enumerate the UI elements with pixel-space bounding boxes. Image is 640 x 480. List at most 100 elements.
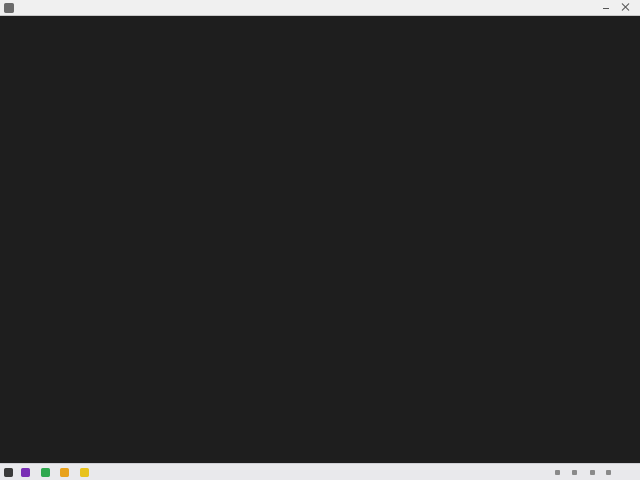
code-line[interactable] [26, 249, 640, 258]
code-line[interactable] [26, 29, 640, 38]
minimize-button[interactable] [596, 0, 616, 16]
line-number [1, 313, 23, 322]
line-number [1, 331, 23, 340]
code-line[interactable] [26, 20, 640, 29]
code-line[interactable] [26, 331, 640, 340]
code-line[interactable] [26, 112, 640, 121]
code-line[interactable] [26, 212, 640, 221]
code-line[interactable] [26, 221, 640, 230]
code-line[interactable] [26, 102, 640, 111]
code-line[interactable] [26, 432, 640, 441]
line-number [1, 340, 23, 349]
line-number [1, 404, 23, 413]
line-number [1, 148, 23, 157]
code-line[interactable] [26, 166, 640, 175]
code-line[interactable] [26, 258, 640, 267]
code-line[interactable] [26, 230, 640, 239]
code-line[interactable] [26, 176, 640, 185]
line-number [1, 157, 23, 166]
code-line[interactable] [26, 148, 640, 157]
close-icon [622, 3, 630, 11]
code-line[interactable] [26, 276, 640, 285]
code-line[interactable] [26, 377, 640, 386]
code-line[interactable] [26, 404, 640, 413]
code-line[interactable] [26, 441, 640, 450]
code-line[interactable] [26, 240, 640, 249]
line-number [1, 93, 23, 102]
code-line[interactable] [26, 66, 640, 75]
code-line[interactable] [26, 313, 640, 322]
line-number [1, 57, 23, 66]
code-line[interactable] [26, 413, 640, 422]
code-line[interactable] [26, 340, 640, 349]
code-line[interactable] [26, 130, 640, 139]
app-icon[interactable] [21, 468, 30, 477]
code-line[interactable] [26, 368, 640, 377]
code-line[interactable] [26, 359, 640, 368]
code-line[interactable] [26, 84, 640, 93]
line-number [1, 267, 23, 276]
line-number [1, 349, 23, 358]
line-number [1, 377, 23, 386]
code-line[interactable] [26, 157, 640, 166]
taskbar [0, 463, 640, 480]
terminal-icon[interactable] [4, 468, 13, 477]
battery-icon[interactable] [590, 470, 595, 475]
messaging-icon[interactable] [41, 468, 50, 477]
line-number [1, 212, 23, 221]
files-icon[interactable] [60, 468, 69, 477]
code-line[interactable] [26, 349, 640, 358]
line-number [1, 395, 23, 404]
code-line[interactable] [26, 57, 640, 66]
line-number-gutter [0, 16, 26, 463]
network-icon[interactable] [555, 470, 560, 475]
line-number [1, 121, 23, 130]
close-button[interactable] [616, 0, 636, 16]
line-number [1, 47, 23, 56]
code-line[interactable] [26, 295, 640, 304]
code-line[interactable] [26, 139, 640, 148]
code-line[interactable] [26, 386, 640, 395]
code-editor[interactable] [0, 16, 640, 463]
line-number [1, 285, 23, 294]
minimize-icon [603, 8, 609, 9]
line-number [1, 102, 23, 111]
app-icon [4, 2, 14, 13]
notes-icon[interactable] [80, 468, 89, 477]
code-line[interactable] [26, 322, 640, 331]
code-line[interactable] [26, 194, 640, 203]
line-number [1, 423, 23, 432]
line-number [1, 194, 23, 203]
code-line[interactable] [26, 75, 640, 84]
title-bar [0, 0, 640, 16]
line-number [1, 359, 23, 368]
code-line[interactable] [26, 450, 640, 459]
line-number [1, 38, 23, 47]
line-number [1, 276, 23, 285]
code-line[interactable] [26, 285, 640, 294]
line-number [1, 304, 23, 313]
line-number [1, 432, 23, 441]
code-line[interactable] [26, 38, 640, 47]
window-controls [596, 0, 636, 16]
code-line[interactable] [26, 423, 640, 432]
code-line[interactable] [26, 121, 640, 130]
line-number [1, 230, 23, 239]
line-number [1, 75, 23, 84]
code-line[interactable] [26, 47, 640, 56]
line-number [1, 249, 23, 258]
power-icon[interactable] [606, 470, 611, 475]
code-line[interactable] [26, 395, 640, 404]
line-number [1, 176, 23, 185]
line-number [1, 20, 23, 29]
code-line[interactable] [26, 304, 640, 313]
volume-icon[interactable] [572, 470, 577, 475]
line-number [1, 221, 23, 230]
line-number [1, 258, 23, 267]
code-line[interactable] [26, 93, 640, 102]
code-line[interactable] [26, 185, 640, 194]
code-area[interactable] [26, 16, 640, 463]
code-line[interactable] [26, 203, 640, 212]
code-line[interactable] [26, 267, 640, 276]
line-number [1, 139, 23, 148]
